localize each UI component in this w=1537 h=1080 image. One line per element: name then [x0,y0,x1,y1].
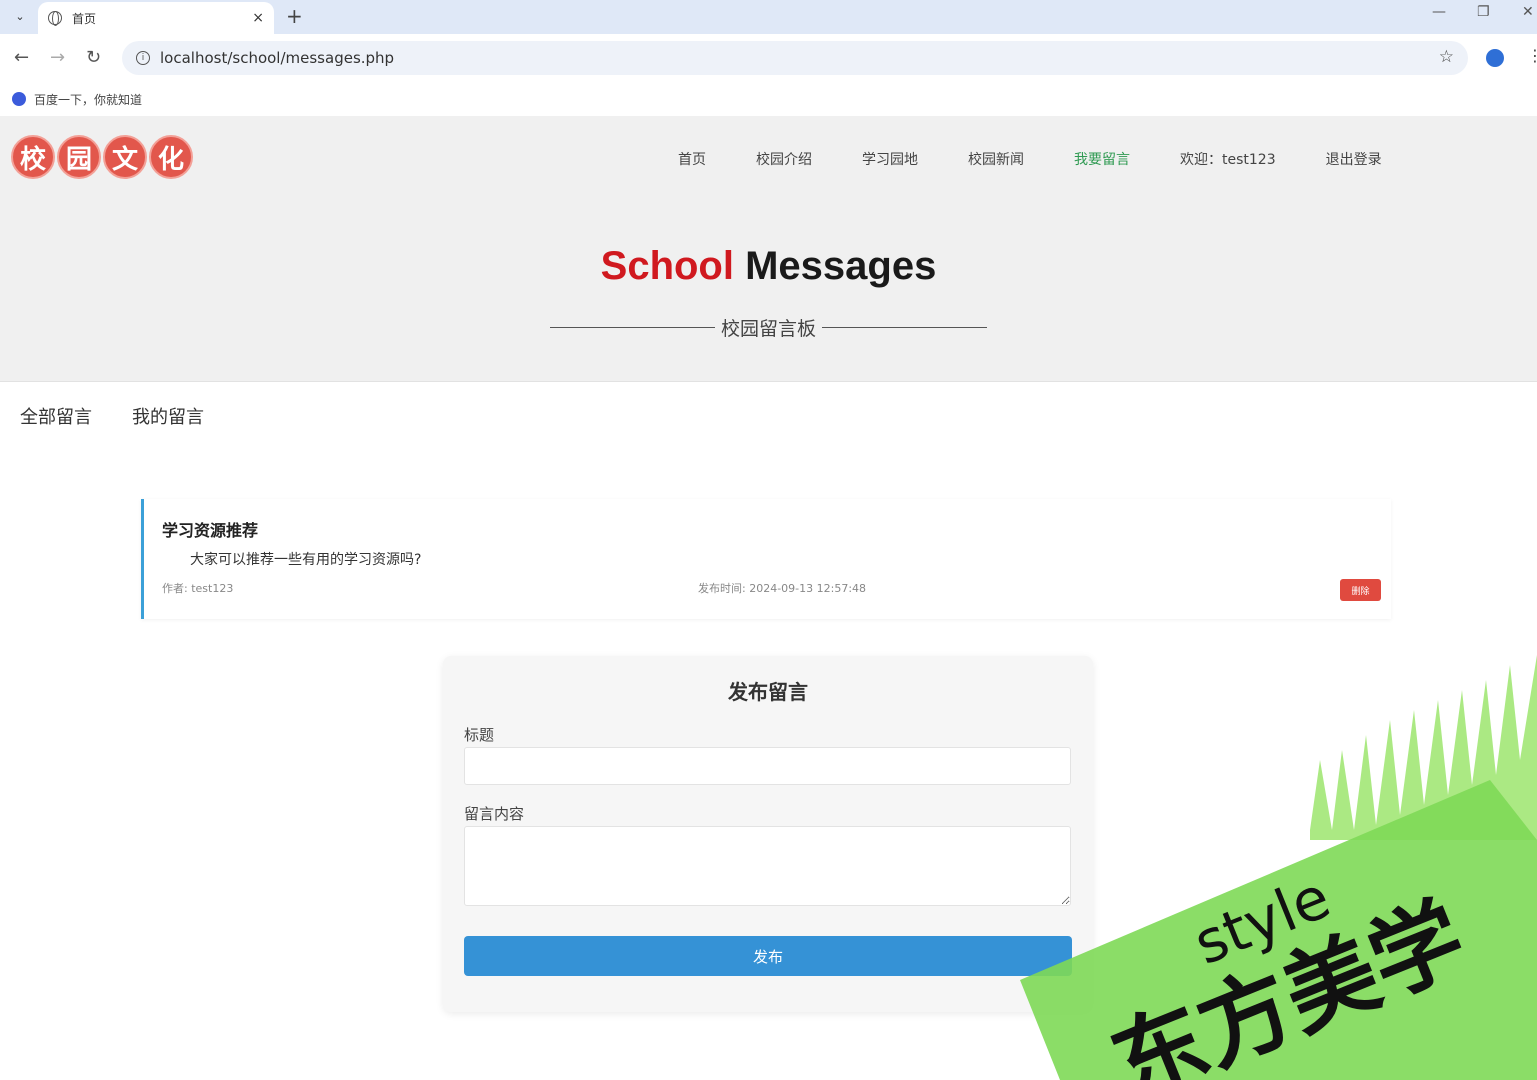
baidu-paw-icon [12,92,26,106]
browser-menu-icon[interactable]: ⋮ [1527,46,1537,65]
main-nav: 首页 校园介绍 学习园地 校园新闻 我要留言 欢迎：test123 退出登录 [678,149,1432,169]
delete-message-button[interactable]: 删除 [1340,579,1381,601]
nav-messages[interactable]: 我要留言 [1074,149,1130,169]
watermark-sticker: style 东方美学 [1020,640,1537,1080]
title-input[interactable] [464,747,1071,785]
content-textarea[interactable] [464,826,1071,906]
message-time: 发布时间: 2024-09-13 12:57:48 [698,582,867,595]
reload-icon[interactable]: ↻ [86,47,101,68]
page-subtitle-text: 校园留言板 [721,318,817,340]
title-label: 标题 [464,726,495,744]
submit-button[interactable]: 发布 [464,936,1072,976]
form-heading: 发布留言 [728,680,808,704]
profile-avatar-icon[interactable] [1486,49,1504,67]
nav-news[interactable]: 校园新闻 [968,149,1024,169]
browser-tab[interactable]: 首页 × [38,2,274,34]
scribble-shape [1310,655,1537,840]
minimize-icon[interactable]: — [1432,4,1446,20]
nav-logout[interactable]: 退出登录 [1326,149,1382,169]
browser-tab-strip: ⌄ 首页 × + — ❐ ✕ [0,0,1537,34]
message-content: 大家可以推荐一些有用的学习资源吗? [190,552,422,568]
globe-icon [48,11,62,26]
site-info-icon[interactable]: i [136,51,150,65]
back-icon[interactable]: ← [14,47,29,68]
nav-welcome-user: 欢迎：test123 [1180,152,1276,168]
watermark-graphic: style 东方美学 [1020,655,1537,1080]
nav-study[interactable]: 学习园地 [862,149,918,169]
message-author: 作者: test123 [162,582,234,595]
restore-icon[interactable]: ❐ [1477,4,1490,20]
tab-my-messages[interactable]: 我的留言 [132,403,204,429]
content-label: 留言内容 [464,805,525,823]
logo-char: 校 [11,135,55,179]
site-header: 校 园 文 化 首页 校园介绍 学习园地 校园新闻 我要留言 欢迎：test12… [0,116,1537,382]
nav-home[interactable]: 首页 [678,149,706,169]
address-bar-row: ← → ↻ i localhost/school/messages.php ☆ … [0,34,1537,82]
new-tab-icon[interactable]: + [286,4,303,28]
page-subtitle: 校园留言板 [550,314,988,341]
logo-char: 文 [103,135,147,179]
logo-char: 化 [149,135,193,179]
forward-icon[interactable]: → [50,47,65,68]
message-tabs: 全部留言 我的留言 [20,403,244,429]
sticker-shape [1020,780,1537,1080]
page-title: School Messages [0,244,1537,289]
watermark-cn-text: 东方美学 [1098,883,1479,1080]
url-text: localhost/school/messages.php [160,49,395,67]
bookmark-baidu[interactable]: 百度一下，你就知道 [34,91,142,108]
bookmarks-bar: 百度一下，你就知道 [0,82,1537,116]
tab-close-icon[interactable]: × [252,10,264,26]
site-logo[interactable]: 校 园 文 化 [11,135,193,179]
divider [550,327,715,328]
watermark-style-text: style [1185,863,1339,978]
tab-search-icon[interactable]: ⌄ [8,5,32,27]
message-title: 学习资源推荐 [162,521,259,540]
tab-all-messages[interactable]: 全部留言 [20,403,92,429]
page-title-red: School [600,244,734,288]
tab-title: 首页 [72,11,97,26]
message-card: 学习资源推荐 大家可以推荐一些有用的学习资源吗? 作者: test123 发布时… [141,499,1391,619]
logo-char: 园 [57,135,101,179]
divider [822,327,988,328]
page-title-dark: Messages [745,244,937,288]
url-field[interactable]: i localhost/school/messages.php ☆ [122,41,1468,75]
bookmark-star-icon[interactable]: ☆ [1439,47,1454,67]
window-close-icon[interactable]: ✕ [1522,4,1534,20]
nav-school-intro[interactable]: 校园介绍 [756,149,812,169]
post-message-form: 发布留言 标题 留言内容 发布 [443,656,1093,1012]
